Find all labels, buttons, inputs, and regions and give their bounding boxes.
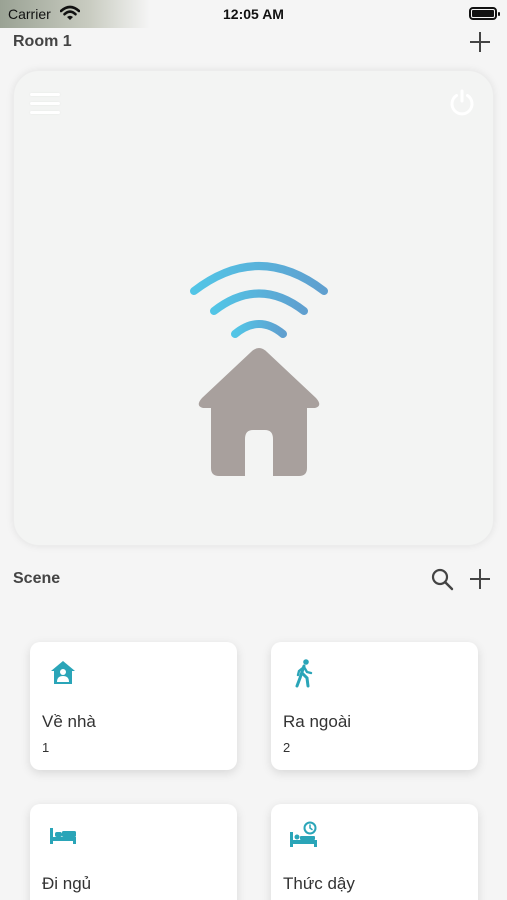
scene-name: Ra ngoài bbox=[283, 712, 352, 731]
add-scene-plus-icon[interactable] bbox=[468, 567, 492, 591]
room-title: Room 1 bbox=[13, 33, 72, 50]
bed-icon bbox=[50, 828, 76, 844]
walking-icon bbox=[295, 659, 313, 688]
scene-name: Thức dậy bbox=[283, 874, 355, 893]
status-time: 12:05 AM bbox=[223, 6, 284, 22]
scene-name: Về nhà bbox=[42, 712, 96, 731]
room-card[interactable] bbox=[13, 70, 494, 546]
scene-card-thuc-day[interactable]: Thức dậy bbox=[271, 804, 478, 900]
smart-home-wifi-icon bbox=[190, 262, 328, 476]
scene-title: Scene bbox=[13, 570, 61, 587]
bed-alarm-icon bbox=[290, 821, 317, 847]
add-room-plus-icon[interactable] bbox=[468, 30, 492, 54]
scene-card-ra-ngoai[interactable]: Ra ngoài 2 bbox=[271, 642, 478, 770]
search-icon[interactable] bbox=[430, 567, 454, 591]
scene-card-ve-nha[interactable]: Về nhà 1 bbox=[30, 642, 237, 770]
scene-card-di-ngu[interactable]: Đi ngủ bbox=[30, 804, 237, 900]
scene-count: 2 bbox=[283, 740, 291, 755]
scene-count: 1 bbox=[42, 740, 50, 755]
hamburger-icon[interactable] bbox=[30, 93, 60, 115]
status-bar: Carrier 12:05 AM bbox=[0, 0, 507, 28]
battery-icon bbox=[469, 7, 500, 20]
power-icon[interactable] bbox=[447, 87, 477, 117]
home-user-icon bbox=[51, 661, 75, 684]
scene-name: Đi ngủ bbox=[42, 874, 92, 893]
